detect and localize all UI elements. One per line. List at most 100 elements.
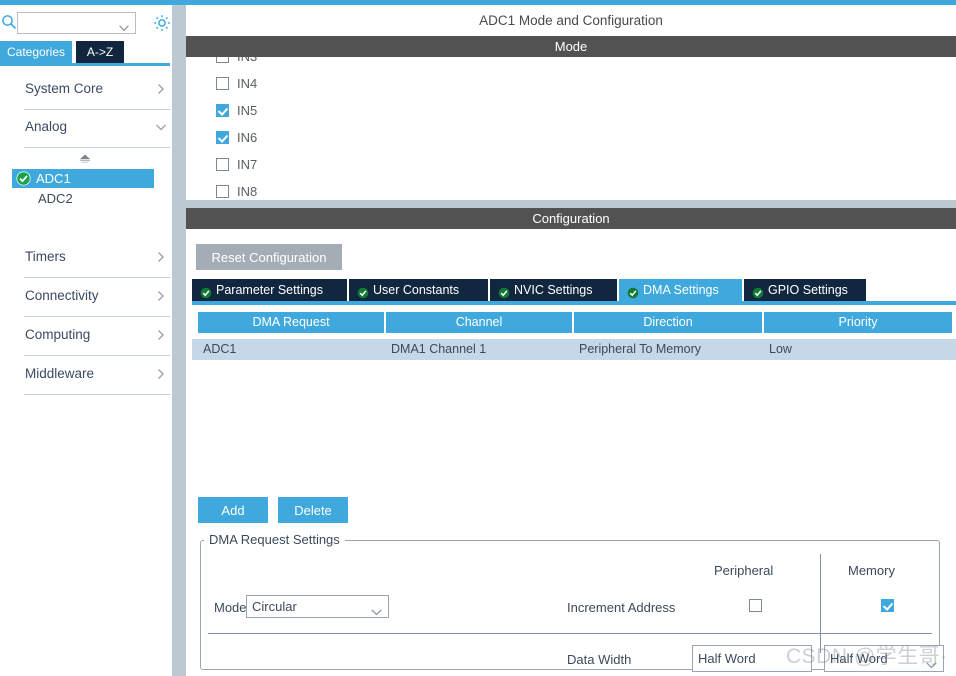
sidebar-item-label: Computing: [25, 327, 91, 342]
column-header-direction[interactable]: Direction: [574, 312, 762, 333]
configuration-body: Reset Configuration Parameter Settings U…: [186, 229, 956, 676]
chevron-right-icon: [155, 251, 167, 263]
configuration-tab-underline: [192, 301, 956, 305]
mode-label: Mode: [214, 600, 247, 615]
column-header-dma-request[interactable]: DMA Request: [198, 312, 384, 333]
sidebar: Categories A->Z System Core Analog ADC1 …: [0, 5, 170, 676]
sidebar-item-computing[interactable]: Computing: [24, 319, 170, 356]
page-title: ADC1 Mode and Configuration: [186, 5, 956, 36]
checkbox-in6[interactable]: [216, 131, 229, 144]
panel-divider: [172, 5, 186, 676]
tab-label: GPIO Settings: [768, 283, 848, 297]
mode-channel-list: IN3 IN4 IN5 IN6 IN7 IN8: [186, 57, 956, 200]
checkbox-in3[interactable]: [216, 57, 229, 63]
chevron-right-icon: [155, 290, 167, 302]
sidebar-tab-underline: [0, 63, 170, 66]
tab-nvic-settings[interactable]: NVIC Settings: [490, 279, 617, 301]
data-width-memory-value: Half Word: [830, 651, 888, 666]
tab-label: User Constants: [373, 283, 460, 297]
delete-button[interactable]: Delete: [278, 497, 348, 523]
sidebar-item-label: Timers: [25, 249, 66, 264]
reset-configuration-button[interactable]: Reset Configuration: [196, 244, 342, 270]
checkbox-in7[interactable]: [216, 158, 229, 171]
chevron-down-icon[interactable]: [119, 20, 129, 32]
section-separator: [186, 200, 956, 208]
sidebar-item-label: Middleware: [25, 366, 95, 381]
channel-label: IN7: [237, 157, 258, 172]
checkbox-in8[interactable]: [216, 185, 229, 198]
channel-label: IN4: [237, 76, 258, 91]
column-label-peripheral: Peripheral: [714, 563, 774, 578]
add-button[interactable]: Add: [198, 497, 268, 523]
checkbox-increment-peripheral[interactable]: [749, 599, 762, 612]
tab-gpio-settings[interactable]: GPIO Settings: [744, 279, 866, 301]
checkbox-in5[interactable]: [216, 104, 229, 117]
column-label-memory: Memory: [848, 563, 895, 578]
data-width-memory-select[interactable]: Half Word: [824, 645, 944, 672]
sidebar-item-timers[interactable]: Timers: [24, 241, 170, 278]
increment-address-label: Increment Address: [567, 600, 676, 615]
cell-direction: Peripheral To Memory: [579, 342, 702, 356]
row-divider: [208, 633, 932, 634]
channel-label: IN8: [237, 184, 258, 199]
search-combobox[interactable]: [17, 12, 136, 34]
table-header-row: DMA Request Channel Direction Priority: [192, 312, 956, 333]
gear-icon[interactable]: [152, 13, 172, 33]
checkbox-in4[interactable]: [216, 77, 229, 90]
chevron-right-icon: [155, 83, 167, 95]
tab-label: DMA Settings: [643, 283, 719, 297]
column-header-channel[interactable]: Channel: [386, 312, 572, 333]
sidebar-tabs: Categories A->Z: [0, 41, 170, 67]
tab-a-to-z[interactable]: A->Z: [76, 41, 124, 63]
data-width-label: Data Width: [567, 652, 632, 667]
green-check-icon: [752, 284, 764, 299]
channel-label: IN6: [237, 130, 258, 145]
sidebar-item-label: System Core: [25, 81, 104, 96]
tab-dma-settings[interactable]: DMA Settings: [619, 279, 742, 301]
sidebar-item-label: ADC1: [36, 171, 71, 186]
search-row: [0, 8, 170, 38]
sidebar-item-analog[interactable]: Analog: [24, 111, 170, 148]
column-divider: [820, 554, 821, 653]
search-icon: [1, 14, 17, 30]
data-width-peripheral-value: Half Word: [698, 651, 756, 666]
data-width-peripheral-select[interactable]: Half Word: [692, 645, 812, 672]
tab-parameter-settings[interactable]: Parameter Settings: [192, 279, 347, 301]
mode-select-value: Circular: [252, 599, 297, 614]
scroll-up-indicator-icon[interactable]: [78, 153, 92, 164]
cell-priority: Low: [769, 342, 792, 356]
green-check-icon: [627, 284, 639, 299]
green-check-icon: [16, 171, 31, 186]
chevron-right-icon: [155, 329, 167, 341]
checkbox-increment-memory[interactable]: [881, 599, 894, 612]
sidebar-item-adc2[interactable]: ADC2: [12, 189, 154, 208]
sidebar-item-middleware[interactable]: Middleware: [24, 358, 170, 395]
sidebar-item-label: ADC2: [38, 191, 73, 206]
tab-categories[interactable]: Categories: [0, 41, 72, 63]
chevron-down-icon: [371, 604, 382, 616]
channel-label: IN5: [237, 103, 258, 118]
green-check-icon: [498, 284, 510, 299]
mode-select[interactable]: Circular: [246, 595, 389, 618]
table-row[interactable]: ADC1 DMA1 Channel 1 Peripheral To Memory…: [192, 339, 956, 360]
search-input[interactable]: [21, 15, 118, 33]
sidebar-item-system-core[interactable]: System Core: [24, 73, 170, 110]
mode-section-header: Mode: [186, 36, 956, 57]
cell-dma-request: ADC1: [203, 342, 237, 356]
tab-label: NVIC Settings: [514, 283, 593, 297]
sidebar-item-label: Analog: [25, 119, 68, 134]
sidebar-item-connectivity[interactable]: Connectivity: [24, 280, 170, 317]
chevron-right-icon: [155, 368, 167, 380]
column-header-priority[interactable]: Priority: [764, 312, 952, 333]
tab-user-constants[interactable]: User Constants: [349, 279, 488, 301]
main-panel: ADC1 Mode and Configuration Mode IN3 IN4…: [186, 5, 956, 676]
configuration-tabs: Parameter Settings User Constants NVIC S…: [192, 279, 956, 301]
tab-label: Parameter Settings: [216, 283, 323, 297]
sidebar-item-adc1[interactable]: ADC1: [12, 169, 154, 188]
cell-channel: DMA1 Channel 1: [391, 342, 487, 356]
chevron-down-icon: [926, 657, 937, 669]
green-check-icon: [200, 284, 212, 299]
green-check-icon: [357, 284, 369, 299]
group-legend: DMA Request Settings: [204, 532, 345, 547]
chevron-down-icon: [155, 121, 167, 133]
